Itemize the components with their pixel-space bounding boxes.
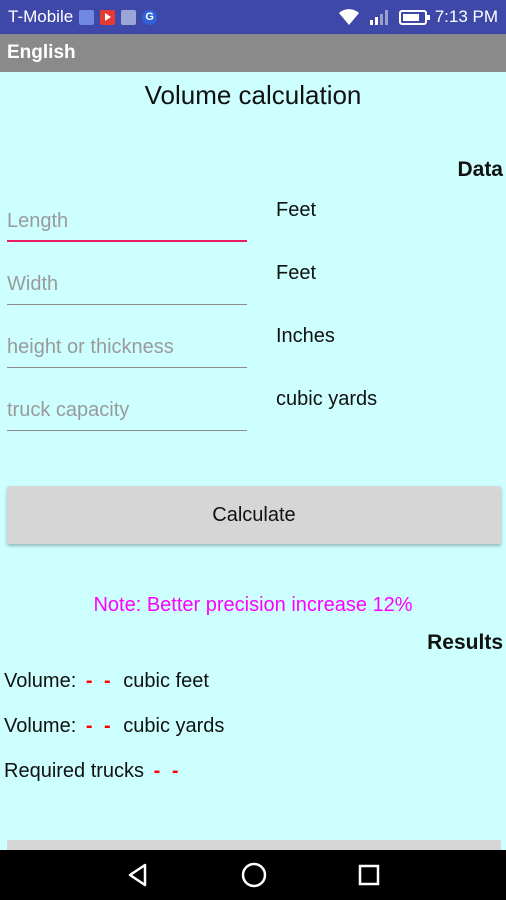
gallery-icon: [121, 9, 137, 25]
home-icon[interactable]: [240, 861, 268, 889]
data-section-label: Data: [457, 158, 503, 181]
youtube-icon: [100, 9, 116, 25]
calculate-button[interactable]: Calculate: [7, 486, 501, 544]
result-volume-yards-value: - -: [85, 715, 114, 737]
app-bar: English: [0, 34, 506, 72]
result-volume-feet-label: Volume:: [4, 670, 77, 692]
status-left: T-Mobile G: [8, 7, 158, 27]
truck-capacity-unit: cubic yards: [276, 388, 378, 410]
clock: 7:13 PM: [434, 7, 498, 26]
notification-icon: [79, 9, 95, 25]
result-volume-yards-unit: cubic yards: [123, 715, 225, 737]
status-right: 7:13 PM: [337, 7, 498, 27]
precision-note: Note: Better precision increase 12%: [93, 594, 413, 616]
wifi-icon: [338, 9, 359, 25]
width-unit: Feet: [276, 262, 317, 284]
google-icon: G: [142, 9, 158, 25]
length-input[interactable]: [7, 202, 247, 242]
page-title: Volume calculation: [144, 80, 362, 110]
battery-icon: [398, 9, 430, 25]
back-icon[interactable]: [125, 862, 151, 888]
result-volume-yards-label: Volume:: [4, 715, 77, 737]
status-bar: T-Mobile G 7:13 PM: [0, 0, 506, 34]
result-volume-yards: Volume: - - cubic yards: [4, 715, 224, 738]
result-trucks: Required trucks - -: [4, 760, 186, 783]
result-volume-feet: Volume: - - cubic feet: [4, 670, 209, 693]
result-volume-feet-value: - -: [85, 670, 114, 692]
recent-apps-icon[interactable]: [357, 863, 381, 887]
truck-capacity-input[interactable]: [7, 391, 247, 431]
height-unit: Inches: [276, 325, 335, 347]
app-title: English: [7, 42, 76, 63]
result-trucks-value: - -: [153, 760, 182, 782]
length-unit: Feet: [276, 199, 317, 221]
width-input[interactable]: [7, 265, 247, 305]
navigation-bar: [0, 850, 506, 900]
result-trucks-label: Required trucks: [4, 760, 145, 782]
height-input[interactable]: [7, 328, 247, 368]
carrier-label: T-Mobile: [8, 7, 74, 26]
signal-icon: [369, 10, 388, 25]
results-section-label: Results: [427, 631, 503, 654]
result-volume-feet-unit: cubic feet: [123, 670, 209, 692]
